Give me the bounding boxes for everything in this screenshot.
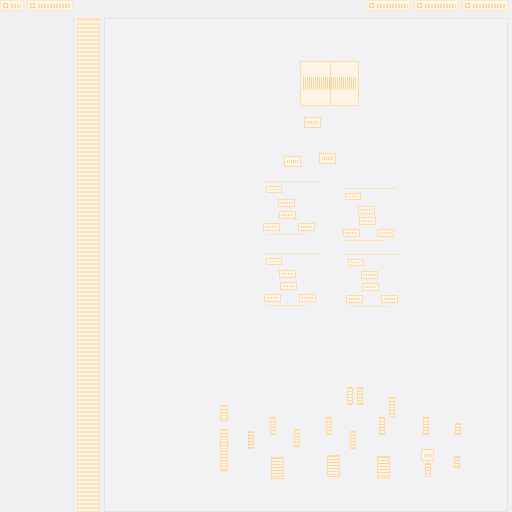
- bar-node[interactable]: [220, 405, 228, 421]
- node[interactable]: [319, 153, 336, 164]
- bar-node[interactable]: [271, 457, 284, 479]
- node[interactable]: [345, 193, 361, 200]
- node[interactable]: [278, 199, 295, 207]
- toolbar-button-2[interactable]: [27, 0, 73, 11]
- node[interactable]: [266, 186, 282, 193]
- toolbar-button-3[interactable]: [366, 0, 411, 11]
- node[interactable]: [263, 223, 280, 231]
- toolbar-button-1[interactable]: [0, 0, 24, 11]
- bar-node[interactable]: [248, 431, 254, 449]
- node[interactable]: [284, 156, 301, 167]
- left-panel: [0, 18, 74, 512]
- doc-icon: [3, 3, 8, 8]
- node[interactable]: [264, 294, 281, 302]
- node[interactable]: [361, 271, 378, 279]
- bar-node[interactable]: [220, 429, 228, 471]
- connector: [349, 306, 389, 307]
- bar-node[interactable]: [454, 456, 460, 468]
- node[interactable]: [381, 295, 398, 303]
- node[interactable]: [298, 223, 315, 231]
- node[interactable]: [358, 206, 375, 214]
- doc-icon: [417, 3, 422, 8]
- node[interactable]: [343, 229, 360, 237]
- node[interactable]: [299, 294, 316, 302]
- bar-node[interactable]: [379, 417, 385, 435]
- bar-node[interactable]: [425, 463, 431, 477]
- node[interactable]: [346, 295, 363, 303]
- node[interactable]: [362, 283, 379, 291]
- connector: [265, 181, 320, 182]
- node[interactable]: [279, 211, 296, 219]
- node[interactable]: [348, 259, 364, 266]
- bar-node[interactable]: [377, 456, 390, 478]
- doc-icon: [465, 3, 470, 8]
- bar-node[interactable]: [423, 417, 429, 435]
- node[interactable]: [266, 258, 282, 265]
- diagram-canvas[interactable]: [104, 18, 508, 512]
- bar-node[interactable]: [294, 429, 300, 447]
- connector: [343, 254, 399, 255]
- doc-icon: [30, 3, 35, 8]
- bar-node[interactable]: [347, 387, 353, 405]
- toolbar-button-4[interactable]: [414, 0, 459, 11]
- bar-node[interactable]: [350, 431, 356, 449]
- bar-node[interactable]: [389, 397, 395, 417]
- toolbar-button-5[interactable]: [462, 0, 508, 11]
- node[interactable]: [421, 449, 434, 461]
- bar-node[interactable]: [326, 417, 332, 435]
- connector: [267, 234, 307, 235]
- node[interactable]: [359, 217, 376, 225]
- bar-node[interactable]: [357, 387, 363, 405]
- connector: [343, 188, 396, 189]
- connector: [267, 305, 307, 306]
- top-block[interactable]: [300, 61, 359, 106]
- node[interactable]: [377, 229, 394, 237]
- bar-node[interactable]: [455, 423, 461, 435]
- item-list-strip[interactable]: [77, 18, 100, 512]
- bar-node[interactable]: [270, 417, 276, 435]
- top-toolbar: [0, 0, 512, 14]
- node[interactable]: [304, 117, 321, 128]
- node[interactable]: [280, 282, 297, 290]
- doc-icon: [369, 3, 374, 8]
- node[interactable]: [279, 270, 296, 278]
- connector: [345, 240, 385, 241]
- connector: [265, 253, 320, 254]
- bar-node[interactable]: [327, 455, 340, 477]
